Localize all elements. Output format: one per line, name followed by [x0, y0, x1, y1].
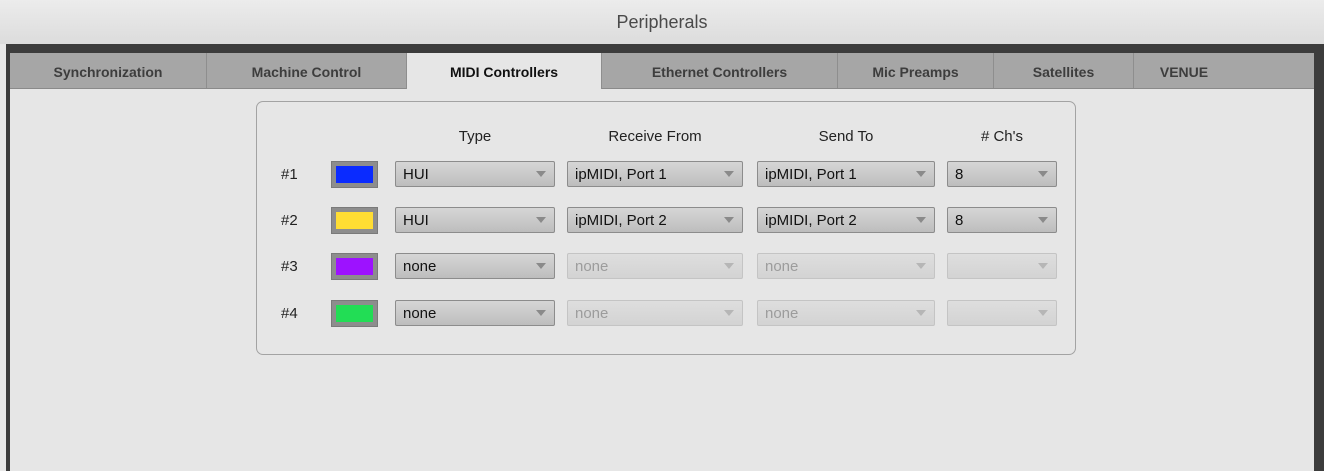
color-fill — [336, 258, 373, 275]
color-fill — [336, 305, 373, 322]
receive-from-dropdown[interactable]: ipMIDI, Port 1 — [567, 161, 743, 187]
chevron-down-icon — [536, 263, 546, 269]
dropdown-value: 8 — [955, 212, 964, 229]
chevron-down-icon — [1038, 310, 1048, 316]
dropdown-value: none — [765, 258, 799, 275]
window-title: Peripherals — [0, 0, 1324, 44]
tab-machine-control[interactable]: Machine Control — [207, 53, 407, 88]
channels-dropdown — [947, 253, 1057, 279]
dropdown-value: HUI — [403, 212, 429, 229]
send-to-dropdown[interactable]: ipMIDI, Port 1 — [757, 161, 935, 187]
tab-mic-preamps[interactable]: Mic Preamps — [838, 53, 994, 88]
tab-bar: Synchronization Machine Control MIDI Con… — [10, 53, 1314, 90]
chevron-down-icon — [724, 263, 734, 269]
dropdown-value: 8 — [955, 166, 964, 183]
dropdown-value: HUI — [403, 166, 429, 183]
chevron-down-icon — [916, 310, 926, 316]
chevron-down-icon — [536, 171, 546, 177]
tab-ethernet-controllers[interactable]: Ethernet Controllers — [602, 53, 838, 88]
channels-dropdown[interactable]: 8 — [947, 207, 1057, 233]
receive-from-dropdown: none — [567, 253, 743, 279]
tab-synchronization[interactable]: Synchronization — [10, 53, 207, 88]
chevron-down-icon — [1038, 171, 1048, 177]
column-header-receive-from: Receive From — [608, 128, 702, 145]
dropdown-value: none — [403, 305, 437, 322]
column-header-send-to: Send To — [818, 128, 874, 145]
row-label: #2 — [281, 212, 298, 229]
dropdown-value: none — [403, 258, 437, 275]
chevron-down-icon — [1038, 217, 1048, 223]
row-label: #4 — [281, 305, 298, 322]
row-label: #3 — [281, 258, 298, 275]
type-dropdown[interactable]: HUI — [395, 161, 555, 187]
type-dropdown[interactable]: none — [395, 253, 555, 279]
controller-color-swatch[interactable] — [331, 161, 378, 188]
dropdown-value: ipMIDI, Port 1 — [765, 166, 857, 183]
send-to-dropdown[interactable]: ipMIDI, Port 2 — [757, 207, 935, 233]
chevron-down-icon — [916, 171, 926, 177]
color-fill — [336, 212, 373, 229]
column-header-type: Type — [458, 128, 492, 145]
controller-color-swatch[interactable] — [331, 300, 378, 327]
dropdown-value: none — [765, 305, 799, 322]
dropdown-value: ipMIDI, Port 2 — [575, 212, 667, 229]
color-fill — [336, 166, 373, 183]
controller-color-swatch[interactable] — [331, 207, 378, 234]
receive-from-dropdown: none — [567, 300, 743, 326]
tab-venue[interactable]: VENUE — [1134, 53, 1234, 88]
chevron-down-icon — [536, 217, 546, 223]
channels-dropdown — [947, 300, 1057, 326]
tab-midi-controllers[interactable]: MIDI Controllers — [406, 53, 602, 90]
column-header-channels: # Ch's — [980, 128, 1024, 145]
type-dropdown[interactable]: HUI — [395, 207, 555, 233]
row-label: #1 — [281, 166, 298, 183]
tab-satellites[interactable]: Satellites — [994, 53, 1134, 88]
dropdown-value: none — [575, 258, 609, 275]
chevron-down-icon — [916, 217, 926, 223]
chevron-down-icon — [1038, 263, 1048, 269]
chevron-down-icon — [724, 310, 734, 316]
chevron-down-icon — [724, 217, 734, 223]
send-to-dropdown: none — [757, 253, 935, 279]
dropdown-value: ipMIDI, Port 1 — [575, 166, 667, 183]
chevron-down-icon — [916, 263, 926, 269]
dropdown-value: ipMIDI, Port 2 — [765, 212, 857, 229]
channels-dropdown[interactable]: 8 — [947, 161, 1057, 187]
controller-color-swatch[interactable] — [331, 253, 378, 280]
dropdown-value: none — [575, 305, 609, 322]
type-dropdown[interactable]: none — [395, 300, 555, 326]
receive-from-dropdown[interactable]: ipMIDI, Port 2 — [567, 207, 743, 233]
chevron-down-icon — [536, 310, 546, 316]
chevron-down-icon — [724, 171, 734, 177]
send-to-dropdown: none — [757, 300, 935, 326]
